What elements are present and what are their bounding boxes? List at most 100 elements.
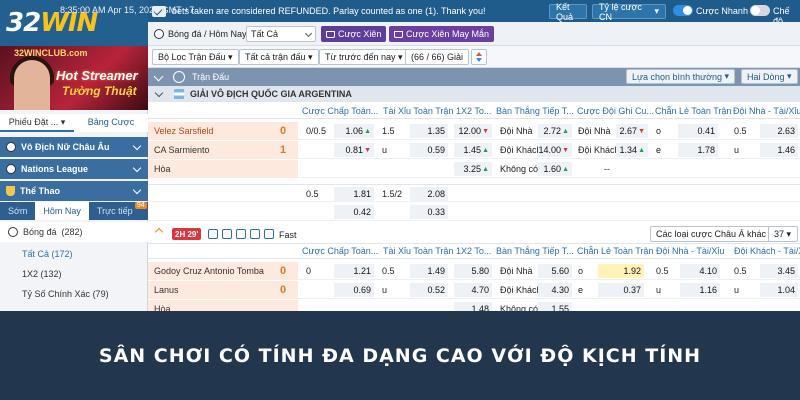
arrow-down-icon: ▼: [562, 146, 569, 154]
odds-cell[interactable]: 5.80: [454, 264, 492, 278]
ou-line: 1.5/2: [382, 189, 403, 199]
odds-cell[interactable]: 1.49: [410, 264, 448, 278]
col-odd-even: Chẵn Lẻ Toàn Trận: [655, 106, 732, 116]
table-row-extra: 0.42 0.33: [148, 203, 800, 221]
home-team[interactable]: Velez Sarsfield: [148, 122, 298, 140]
table-row: Godoy Cruz Antonio Tomba 0 0 1.21 0.5 1.…: [148, 262, 800, 280]
football-icon: [6, 142, 16, 152]
odds-cell[interactable]: 0.33: [410, 205, 448, 219]
odds-cell[interactable]: 0.59: [410, 143, 448, 157]
odds-cell[interactable]: 1.81: [334, 187, 374, 201]
item-label: Tất Cả: [22, 249, 50, 259]
home-team[interactable]: Godoy Cruz Antonio Tomba: [148, 262, 298, 280]
odds-cell[interactable]: 4.10: [680, 264, 720, 278]
odds-cell[interactable]: 12.00 ▼: [454, 124, 492, 138]
lucky-parlay-label: Cược Xiên May Mắn: [406, 29, 489, 39]
odds-cell[interactable]: 4.30: [538, 283, 572, 297]
quick-bet-toggle[interactable]: [673, 5, 693, 16]
odds-cell[interactable]: 2.72 ▲: [538, 124, 572, 138]
subtab-today[interactable]: Hôm Nay: [35, 202, 89, 220]
odds-cell[interactable]: 2.63: [760, 124, 798, 138]
two-line-button[interactable]: Hai Dòng ▾: [741, 69, 798, 84]
odds-value: 0.37: [623, 285, 641, 295]
sidebar-section-sports[interactable]: Thể Thao: [0, 181, 148, 201]
odds-cell[interactable]: 0.52: [410, 283, 448, 297]
notice-text: bets taken are considered REFUNDED. Parl…: [172, 6, 486, 16]
odds-cell[interactable]: 0.41: [678, 124, 718, 138]
odds-cell[interactable]: 1.45 ▲: [454, 143, 492, 157]
odds-cell[interactable]: 0.37: [598, 283, 644, 297]
odds-cell[interactable]: 1.21: [334, 264, 374, 278]
odds-cell[interactable]: 0.69: [334, 283, 374, 297]
match-filter-button[interactable]: Bộ Lọc Trận Đấu ▾: [152, 49, 239, 65]
away-team[interactable]: Lanus: [148, 281, 298, 299]
odds-value: 1.46: [777, 145, 795, 155]
odds-cell[interactable]: 1.35: [410, 124, 448, 138]
odds-cell[interactable]: 1.60 ▲: [538, 162, 572, 176]
tab-bet-list[interactable]: Bảng Cược: [74, 114, 148, 132]
filter-bar-2: Bộ Lọc Trận Đấu ▾ Tất cả trận đấu ▾ Từ t…: [148, 46, 800, 68]
item-label: 1X2: [22, 269, 39, 279]
sidebar-item-correct-score[interactable]: Tỷ Số Chính Xác (79): [0, 284, 148, 304]
normal-select-button[interactable]: Lựa chọn bình thường ▾: [626, 69, 736, 84]
next-goal-label: Đội Khách: [500, 285, 542, 295]
collapse-icon[interactable]: [153, 71, 164, 82]
market-select[interactable]: Các loại cược Châu Á khác ▾: [650, 226, 780, 242]
table-row-extra: 0.5 1.81 1.5/2 2.08: [148, 184, 800, 202]
arrow-down-icon: ▼: [364, 146, 371, 154]
odds-cell[interactable]: 5.60: [538, 264, 572, 278]
odds-cell[interactable]: 2.08: [410, 187, 448, 201]
caption-text: SÂN CHƠI CÓ TÍNH ĐA DẠNG CAO VỚI ĐỘ KỊCH…: [98, 344, 702, 367]
video-icon[interactable]: [236, 229, 246, 239]
sidebar-section-euro-women[interactable]: Vô Địch Nữ Châu Âu: [0, 137, 148, 157]
fast-label[interactable]: Fast: [279, 230, 297, 240]
odds-cell[interactable]: 1.46: [760, 143, 798, 157]
mode-toggle[interactable]: [750, 5, 770, 16]
subtab-live[interactable]: Trực tiếp 94: [89, 202, 147, 220]
handicap-line: 0.5: [306, 189, 319, 199]
arrow-down-icon: ▼: [482, 127, 489, 135]
odds-cell[interactable]: 3.25 ▲: [454, 162, 492, 176]
sport-count: (282): [61, 227, 83, 237]
sort-time-button[interactable]: Từ trước đến nay ▾: [319, 49, 409, 65]
parlay-button[interactable]: Cược Xiên: [321, 26, 387, 42]
odds-cell[interactable]: 1.16: [680, 283, 720, 297]
streamer-banner[interactable]: 32WINCLUB.com Hot Streamer Tường Thuật: [0, 46, 148, 110]
play-icon[interactable]: [264, 229, 274, 239]
subtab-early[interactable]: Sớm: [0, 202, 35, 220]
sport-football[interactable]: Bóng đá (282): [0, 222, 148, 242]
odds-type-select[interactable]: Tỷ lệ cược CN ▾: [592, 2, 666, 22]
all-select[interactable]: Tất Cả: [246, 26, 316, 42]
result-button[interactable]: Kết Quả: [549, 2, 587, 22]
odds-cell[interactable]: 1.78: [678, 143, 718, 157]
page-select[interactable]: 37 ▾: [768, 226, 798, 242]
odds-cell[interactable]: 0.81 ▼: [334, 143, 374, 157]
odds-cell[interactable]: 1.34 ▲: [616, 143, 648, 157]
tab-bet-slip[interactable]: Phiếu Đặt ... ▾: [0, 114, 74, 132]
odds-cell[interactable]: 1.04: [760, 283, 798, 297]
sidebar-section-nations-league[interactable]: Nations League: [0, 159, 148, 179]
sort-icon[interactable]: [471, 49, 487, 65]
sidebar-item-all[interactable]: Tất Cả (172): [0, 244, 148, 264]
odds-cell-highlighted[interactable]: 1.92: [598, 264, 644, 278]
next-goal-label: Đội Nhà: [500, 126, 533, 136]
all-matches-button[interactable]: Tất cả trận đấu ▾: [239, 49, 319, 65]
info-icon[interactable]: [250, 229, 260, 239]
odds-value: 1.81: [353, 189, 371, 199]
away-team[interactable]: CA Sarmiento: [148, 141, 298, 159]
league-header[interactable]: GIẢI VÔ ĐỊCH QUỐC GIA ARGENTINA: [148, 86, 800, 102]
star-icon[interactable]: [154, 227, 164, 237]
odds-cell[interactable]: 0.42: [334, 205, 374, 219]
col-next-goal: Bàn Thắng Tiếp T...: [496, 246, 574, 256]
calendar-icon[interactable]: [222, 229, 232, 239]
odds-cell[interactable]: 3.45: [760, 264, 798, 278]
sport-label: Bóng đá: [23, 227, 57, 237]
logo-number: 32: [6, 8, 41, 38]
odds-cell[interactable]: 14.00 ▼: [538, 143, 572, 157]
stats-icon[interactable]: [208, 229, 218, 239]
odds-cell[interactable]: 2.67 ▼: [616, 124, 648, 138]
odds-cell[interactable]: 1.06 ▲: [334, 124, 374, 138]
sidebar-item-1x2[interactable]: 1X2 (132): [0, 264, 148, 284]
odds-cell[interactable]: 4.70: [454, 283, 492, 297]
lucky-parlay-button[interactable]: Cược Xiên May Mắn: [389, 26, 494, 42]
